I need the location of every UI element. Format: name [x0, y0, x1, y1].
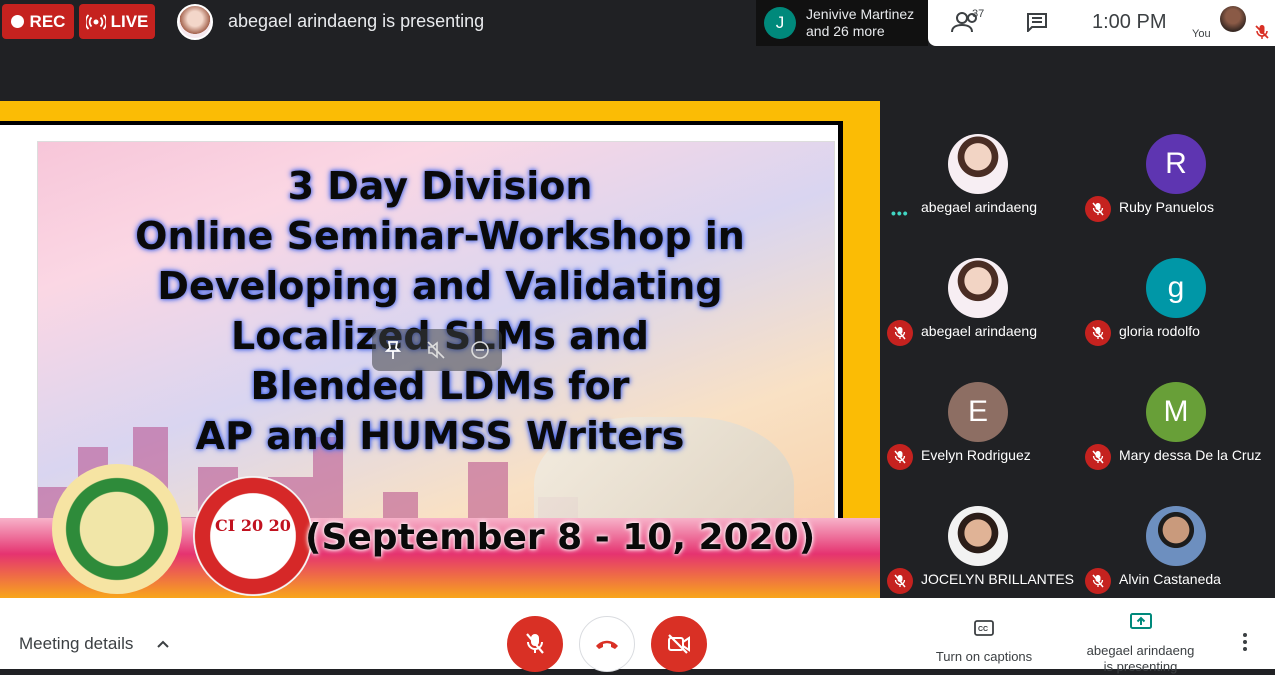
- participant-tile[interactable]: ••• abegael arindaeng: [880, 101, 1076, 225]
- slide-title-line-2: Online Seminar-Workshop in: [135, 214, 745, 258]
- participant-photo: [948, 506, 1008, 566]
- speaking-indicator-icon: •••: [891, 205, 909, 221]
- mic-off-icon: [1085, 568, 1111, 594]
- mic-off-icon: [1255, 25, 1269, 39]
- participant-tile[interactable]: abegael arindaeng: [880, 225, 1076, 349]
- participant-tile[interactable]: JOCELYN BRILLANTES: [880, 473, 1076, 597]
- presenter-avatar: [177, 4, 213, 40]
- mic-off-icon: [887, 320, 913, 346]
- joiner-name: Jenivive Martinez: [806, 6, 915, 22]
- captions-icon: CC: [974, 620, 994, 636]
- slide-title-line-1: 3 Day Division: [287, 164, 593, 208]
- mic-off-icon: [526, 633, 544, 654]
- participant-name: abegael arindaeng: [921, 199, 1037, 215]
- participant-avatar: M: [1146, 382, 1206, 442]
- presenting-label-status: is presenting: [1103, 659, 1178, 674]
- camera-toggle-button[interactable]: [651, 616, 707, 672]
- rec-label: REC: [29, 11, 66, 31]
- pin-icon[interactable]: [384, 340, 402, 360]
- presenting-status-button[interactable]: abegael arindaeng is presenting: [1078, 612, 1203, 675]
- participant-avatar: E: [948, 382, 1008, 442]
- captions-button[interactable]: CC Turn on captions: [929, 620, 1039, 664]
- participant-grid: ••• abegael arindaeng R Ruby Panuelos ab…: [880, 101, 1275, 598]
- more-options-icon[interactable]: [1237, 632, 1253, 652]
- participant-avatar: R: [1146, 134, 1206, 194]
- live-label: LIVE: [110, 11, 149, 31]
- participant-photo: [948, 134, 1008, 194]
- participant-name: Alvin Castaneda: [1119, 571, 1221, 587]
- participant-tile[interactable]: g gloria rodolfo: [1078, 225, 1274, 349]
- leave-call-button[interactable]: [579, 616, 635, 672]
- present-screen-icon: [1129, 613, 1152, 629]
- svg-text:CC: CC: [978, 626, 988, 633]
- live-badge: LIVE: [79, 4, 155, 39]
- top-right-panel: 37 1:00 PM You: [928, 0, 1275, 46]
- top-bar: REC LIVE abegael arindaeng is presenting…: [0, 0, 1275, 46]
- recording-badge: REC: [2, 4, 74, 39]
- participant-photo: [948, 258, 1008, 318]
- you-label: You: [1192, 28, 1211, 40]
- participant-tile[interactable]: M Mary dessa De la Cruz: [1078, 349, 1274, 473]
- participant-name: Ruby Panuelos: [1119, 199, 1214, 215]
- participant-tile[interactable]: Alvin Castaneda: [1078, 473, 1274, 597]
- camera-off-icon: [668, 634, 690, 654]
- division-office-seal-logo: [52, 464, 182, 594]
- mic-off-icon: [887, 444, 913, 470]
- mute-audio-icon[interactable]: [426, 340, 446, 360]
- mic-off-icon: [1085, 444, 1111, 470]
- participant-tile[interactable]: R Ruby Panuelos: [1078, 101, 1274, 225]
- balik-kasaysayan-seal-logo: CI 20 20: [193, 476, 313, 596]
- slide-title-line-6: AP and HUMSS Writers: [195, 414, 685, 458]
- chat-icon[interactable]: [1026, 12, 1048, 32]
- participant-avatar: g: [1146, 258, 1206, 318]
- chevron-up-icon[interactable]: [155, 636, 171, 652]
- presenting-label-name: abegael arindaeng: [1086, 643, 1195, 658]
- join-notification[interactable]: J Jenivive Martinez and 26 more: [756, 0, 928, 46]
- seal-text: CI 20 20: [215, 516, 291, 535]
- participant-name: Evelyn Rodriguez: [921, 447, 1031, 463]
- participant-name: gloria rodolfo: [1119, 323, 1200, 339]
- record-dot-icon: [10, 15, 24, 28]
- joiner-avatar: J: [764, 7, 796, 39]
- broadcast-icon: [85, 13, 106, 30]
- remove-icon[interactable]: [470, 340, 490, 360]
- slide-title-line-3: Developing and Validating: [157, 264, 723, 308]
- joiner-more: and 26 more: [806, 23, 885, 39]
- participant-photo: [1146, 506, 1206, 566]
- participant-name: Mary dessa De la Cruz: [1119, 447, 1262, 463]
- microphone-toggle-button[interactable]: [507, 616, 563, 672]
- presenting-text: abegael arindaeng is presenting: [228, 11, 485, 31]
- self-avatar: [1220, 6, 1246, 32]
- participant-tile[interactable]: E Evelyn Rodriguez: [880, 349, 1076, 473]
- hang-up-icon: [596, 640, 618, 649]
- mic-off-icon: [887, 568, 913, 594]
- participant-name: JOCELYN BRILLANTES: [921, 571, 1075, 587]
- participant-name: abegael arindaeng: [921, 323, 1037, 339]
- mic-off-icon: [1085, 196, 1111, 222]
- slide-date: (September 8 - 10, 2020): [305, 517, 816, 558]
- bottom-toolbar: Meeting details CC Turn on captions abeg…: [0, 598, 1275, 674]
- meeting-details-button[interactable]: Meeting details: [19, 634, 133, 654]
- people-count: 37: [972, 8, 985, 20]
- captions-label: Turn on captions: [935, 649, 1033, 664]
- clock: 1:00 PM: [1092, 11, 1167, 33]
- presentation-screen: 3 Day Division Online Seminar-Workshop i…: [0, 101, 880, 598]
- mic-off-icon: [1085, 320, 1111, 346]
- presentation-overlay-controls: [372, 329, 502, 371]
